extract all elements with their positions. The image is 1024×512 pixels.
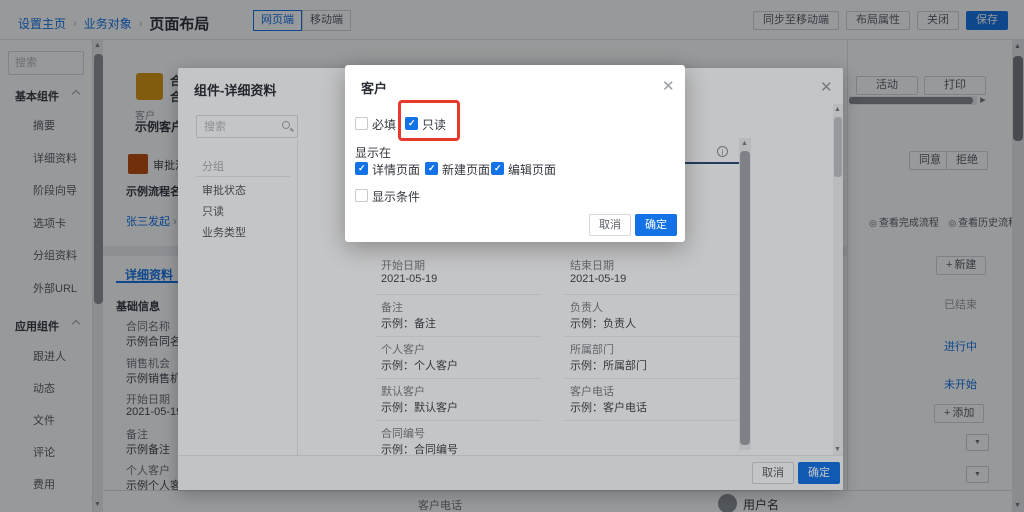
cancel-button[interactable]: 取消	[589, 214, 631, 236]
show-condition-label: 显示条件	[372, 188, 420, 205]
close-icon[interactable]: ✕	[662, 79, 675, 94]
show-detail-page-checkbox[interactable]	[355, 162, 368, 175]
highlight-annotation	[398, 100, 460, 141]
field-settings-modal: 客户 ✕ 必填 只读 显示在 详情页面 新建页面 编辑页面 显示条件 取消 确定	[345, 65, 685, 242]
show-detail-page-label: 详情页面	[372, 161, 420, 178]
show-edit-page-label: 编辑页面	[508, 161, 556, 178]
page-layout-editor: 设置主页› 业务对象› 页面布局 网页端 移动端 同步至移动端 布局属性 关闭 …	[0, 0, 1024, 512]
required-checkbox[interactable]	[355, 117, 368, 130]
show-new-page-checkbox[interactable]	[425, 162, 438, 175]
modal-title: 客户	[361, 78, 387, 97]
show-condition-checkbox[interactable]	[355, 189, 368, 202]
show-in-label: 显示在	[355, 144, 391, 161]
show-new-page-label: 新建页面	[442, 161, 490, 178]
ok-button[interactable]: 确定	[635, 214, 677, 236]
show-edit-page-checkbox[interactable]	[491, 162, 504, 175]
required-label: 必填	[372, 116, 396, 133]
